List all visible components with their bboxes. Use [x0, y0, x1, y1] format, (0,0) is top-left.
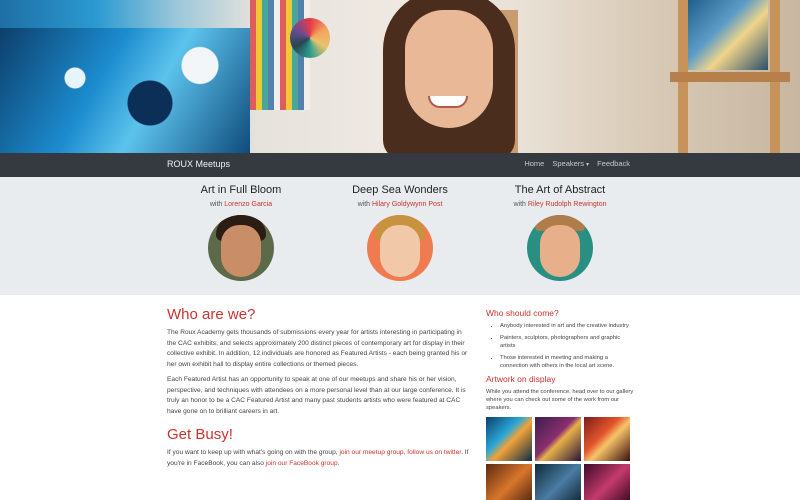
speakers-strip: Art in Full Bloom with Lorenzo Garcia De…	[0, 177, 800, 295]
speaker-byline: with Riley Rudolph Rewington	[485, 201, 635, 208]
who-paragraph-2: Each Featured Artist has an opportunity …	[167, 376, 466, 415]
speaker-name[interactable]: Riley Rudolph Rewington	[528, 201, 607, 208]
chevron-down-icon: ▾	[586, 162, 590, 168]
hero-easel-canvas	[688, 0, 768, 70]
nav-speakers[interactable]: Speakers ▾	[552, 159, 589, 168]
nav-feedback[interactable]: Feedback	[597, 159, 630, 168]
nav-links: Home Speakers ▾ Feedback	[524, 159, 630, 168]
speaker-byline: with Lorenzo Garcia	[166, 201, 316, 208]
artwork-thumbnail[interactable]	[486, 417, 532, 461]
speaker-title[interactable]: Deep Sea Wonders	[325, 184, 475, 196]
brand-link[interactable]: ROUX Meetups	[167, 159, 230, 169]
nav-home[interactable]: Home	[524, 159, 544, 168]
facebook-link[interactable]: join our FaceBook group.	[266, 460, 340, 467]
hero-color-wheel	[290, 18, 330, 58]
who-should-come-heading: Who should come?	[486, 308, 559, 318]
with-label: with	[513, 201, 526, 208]
artwork-thumbnail[interactable]	[584, 464, 630, 500]
who-heading: Who are we?	[167, 306, 256, 323]
avatar[interactable]	[367, 215, 433, 281]
attendee-list: Anybody interested in art and the creati…	[486, 322, 634, 370]
artwork-gallery	[486, 417, 634, 500]
speaker-name[interactable]: Lorenzo Garcia	[224, 201, 272, 208]
busy-text: If you want to keep up with what's going…	[167, 449, 340, 456]
list-item: Painters, sculptors, photographers and g…	[500, 334, 634, 350]
artwork-thumbnail[interactable]	[584, 417, 630, 461]
nav-speakers-label: Speakers	[552, 159, 585, 168]
speaker-byline: with Hilary Goldywynn Post	[325, 201, 475, 208]
avatar-face	[540, 225, 580, 277]
busy-paragraph: If you want to keep up with what's going…	[167, 448, 469, 469]
hero-easel-bar	[670, 72, 790, 82]
speaker-card: Deep Sea Wonders with Hilary Goldywynn P…	[325, 184, 475, 281]
with-label: with	[357, 201, 371, 208]
artwork-thumbnail[interactable]	[535, 464, 581, 500]
with-label: with	[209, 201, 223, 208]
hero-person-smile	[428, 96, 468, 108]
list-item: Anybody interested in art and the creati…	[500, 322, 634, 330]
avatar[interactable]	[208, 215, 274, 281]
hero-painting	[0, 28, 250, 153]
avatar-face	[221, 225, 261, 277]
speaker-title[interactable]: The Art of Abstract	[485, 184, 635, 196]
speaker-name[interactable]: Hilary Goldywynn Post	[372, 201, 442, 208]
speaker-title[interactable]: Art in Full Bloom	[166, 184, 316, 196]
hero-banner	[0, 0, 800, 153]
navbar: ROUX Meetups Home Speakers ▾ Feedback	[0, 153, 800, 177]
who-paragraph-1: The Roux Academy gets thousands of submi…	[167, 329, 468, 368]
avatar-face	[380, 225, 420, 277]
artwork-thumbnail[interactable]	[486, 464, 532, 500]
list-item: Those interested in meeting and making a…	[500, 354, 634, 370]
artwork-text: While you attend the conference, head ov…	[486, 389, 634, 411]
hero-person-face	[405, 10, 493, 128]
speaker-card: Art in Full Bloom with Lorenzo Garcia	[166, 184, 316, 281]
artwork-thumbnail[interactable]	[535, 417, 581, 461]
artwork-heading: Artwork on display	[486, 374, 556, 384]
sidebar: Who should come? Anybody interested in a…	[486, 308, 634, 500]
avatar[interactable]	[527, 215, 593, 281]
meetup-twitter-link[interactable]: join our meetup group, follow us on twit…	[339, 449, 461, 456]
busy-heading: Get Busy!	[167, 426, 233, 443]
speaker-card: The Art of Abstract with Riley Rudolph R…	[485, 184, 635, 281]
main-content: Who are we? The Roux Academy gets thousa…	[167, 306, 469, 469]
